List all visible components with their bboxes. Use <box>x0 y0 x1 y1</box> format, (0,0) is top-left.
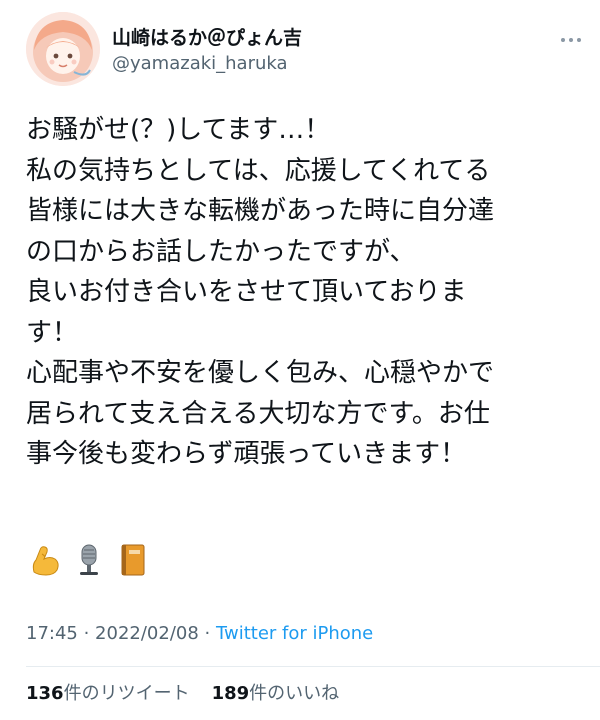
tweet-line: 良いお付き合いをさせて頂いておりま <box>26 277 467 307</box>
divider <box>26 666 600 667</box>
tweet-meta: 17:45 · 2022/02/08 · Twitter for iPhone <box>26 622 373 646</box>
tweet-line: 事今後も変わらず頑張っていきます！ <box>26 439 467 469</box>
likes-stat[interactable]: 189件のいいね <box>212 683 340 704</box>
avatar-illustration <box>26 12 100 86</box>
tweet-date[interactable]: 2022/02/08 <box>95 623 199 644</box>
tweet-header: 山崎はるか＠ぴょん吉 @yamazaki_haruka <box>26 12 586 88</box>
notebook-icon <box>121 544 145 576</box>
more-options-icon[interactable] <box>556 30 586 50</box>
likes-count: 189 <box>211 683 250 704</box>
user-names: 山崎はるか＠ぴょん吉 @yamazaki_haruka <box>112 26 302 76</box>
tweet-card: 山崎はるか＠ぴょん吉 @yamazaki_haruka お騒がせ(？)してます…… <box>0 0 600 720</box>
emoji-row <box>28 542 150 578</box>
avatar[interactable] <box>26 12 100 86</box>
tweet-time[interactable]: 17:45 <box>26 623 78 644</box>
likes-label: 件のいいね <box>249 683 340 704</box>
display-name[interactable]: 山崎はるか＠ぴょん吉 <box>112 26 302 50</box>
meta-separator: · <box>77 623 96 644</box>
tweet-line: 心配事や不安を優しく包み、心穏やかで <box>26 358 495 388</box>
tweet-stats: 136件のリツイート 189件のいいね <box>26 682 339 706</box>
tweet-source-link[interactable]: Twitter for iPhone <box>216 623 373 644</box>
tweet-line: す！ <box>26 317 79 348</box>
tweet-line: お騒がせ(？)してます…！ <box>26 115 331 145</box>
retweets-count: 136 <box>26 683 64 704</box>
tweet-line: の口からお話したかったですが、 <box>26 236 416 267</box>
tweet-line: 皆様には大きな転機があった時に自分達 <box>26 196 495 226</box>
tweet-text: お騒がせ(？)してます…！ 私の気持ちとしては、応援してくれてる 皆様には大きな… <box>26 110 586 475</box>
tweet-line: 居られて支え合える大切な方です。お仕 <box>26 398 490 429</box>
studio-microphone-icon <box>80 544 98 575</box>
meta-separator: · <box>198 623 216 644</box>
user-handle[interactable]: @yamazaki_haruka <box>112 52 302 76</box>
tweet-line: 私の気持ちとしては、応援してくれてる <box>26 155 491 186</box>
retweets-label: 件のリツイート <box>63 683 190 704</box>
retweets-stat[interactable]: 136件のリツイート <box>26 683 190 704</box>
flexed-biceps-icon <box>32 546 59 576</box>
